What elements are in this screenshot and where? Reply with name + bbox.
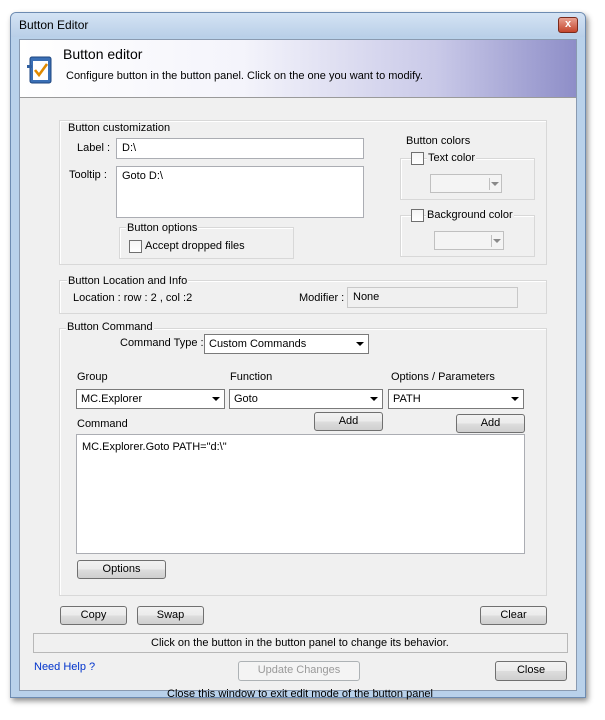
label-input[interactable]: D:\ [116,138,364,159]
text-color-dropdown[interactable] [430,174,502,193]
command-group-label: Button Command [66,321,154,333]
function-dropdown[interactable]: Goto [229,389,383,409]
window-title: Button Editor [19,18,89,32]
button-editor-window: Button Editor x Button editor Configure … [10,12,586,700]
checklist-icon [27,56,52,84]
update-changes-button[interactable]: Update Changes [238,661,360,681]
command-textarea[interactable]: MC.Explorer.Goto PATH="d:\" [76,434,525,554]
customization-group-label: Button customization [67,122,172,134]
params-caption: Options / Parameters [391,371,495,383]
chevron-down-icon [493,239,501,243]
dialog-subtitle: Configure button in the button panel. Cl… [66,70,423,82]
function-value: Goto [234,393,258,405]
accept-dropped-files-label: Accept dropped files [145,240,245,252]
chevron-down-icon [511,397,519,401]
accept-dropped-files-checkbox[interactable] [129,240,142,253]
command-type-value: Custom Commands [209,338,307,350]
background-color-checkbox[interactable] [411,209,424,222]
need-help-link[interactable]: Need Help ? [34,661,95,673]
location-group-label: Button Location and Info [67,275,189,287]
command-type-caption: Command Type : [120,337,204,349]
dialog-title: Button editor [63,46,143,62]
chevron-down-icon [356,342,364,346]
modifier-field: None [347,287,518,308]
group-caption: Group [77,371,108,383]
chevron-down-icon [370,397,378,401]
command-caption: Command [77,418,128,430]
dialog-client: Button editor Configure button in the bu… [19,39,577,700]
group-value: MC.Explorer [81,393,143,405]
group-dropdown[interactable]: MC.Explorer [76,389,225,409]
params-value: PATH [393,393,421,405]
dialog-header: Button editor Configure button in the bu… [20,40,576,98]
label-caption: Label : [77,142,111,154]
swap-button[interactable]: Swap [137,606,204,625]
background-color-dropdown[interactable] [434,231,504,250]
text-color-checkbox[interactable] [411,152,424,165]
clear-button[interactable]: Clear [480,606,547,625]
status-bar: Click on the button in the button panel … [33,633,568,653]
text-color-separator [489,178,490,190]
options-button[interactable]: Options [77,560,166,579]
add-function-button[interactable]: Add [314,412,383,431]
text-color-label: Text color [427,152,477,164]
function-caption: Function [230,371,273,383]
tooltip-caption: Tooltip : [69,169,107,181]
chevron-down-icon [212,397,220,401]
add-parameter-button[interactable]: Add [456,414,525,433]
button-colors-label: Button colors [405,135,472,147]
command-type-dropdown[interactable]: Custom Commands [204,334,369,354]
close-button[interactable]: Close [495,661,567,681]
copy-button[interactable]: Copy [60,606,127,625]
chevron-down-icon [491,182,499,186]
modifier-caption: Modifier : [299,292,345,304]
location-text: Location : row : 2 , col :2 [73,292,193,304]
params-dropdown[interactable]: PATH [388,389,524,409]
close-icon: x [564,18,572,30]
background-color-separator [491,235,492,247]
background-color-label: Background color [426,209,514,221]
footer-hint: Close this window to exit edit mode of t… [167,688,433,700]
window-close-button[interactable]: x [558,17,578,33]
status-text: Click on the button in the button panel … [151,637,449,649]
tooltip-input[interactable]: Goto D:\ [116,166,364,218]
button-options-label: Button options [126,222,199,234]
title-bar[interactable]: Button Editor x [11,13,585,37]
